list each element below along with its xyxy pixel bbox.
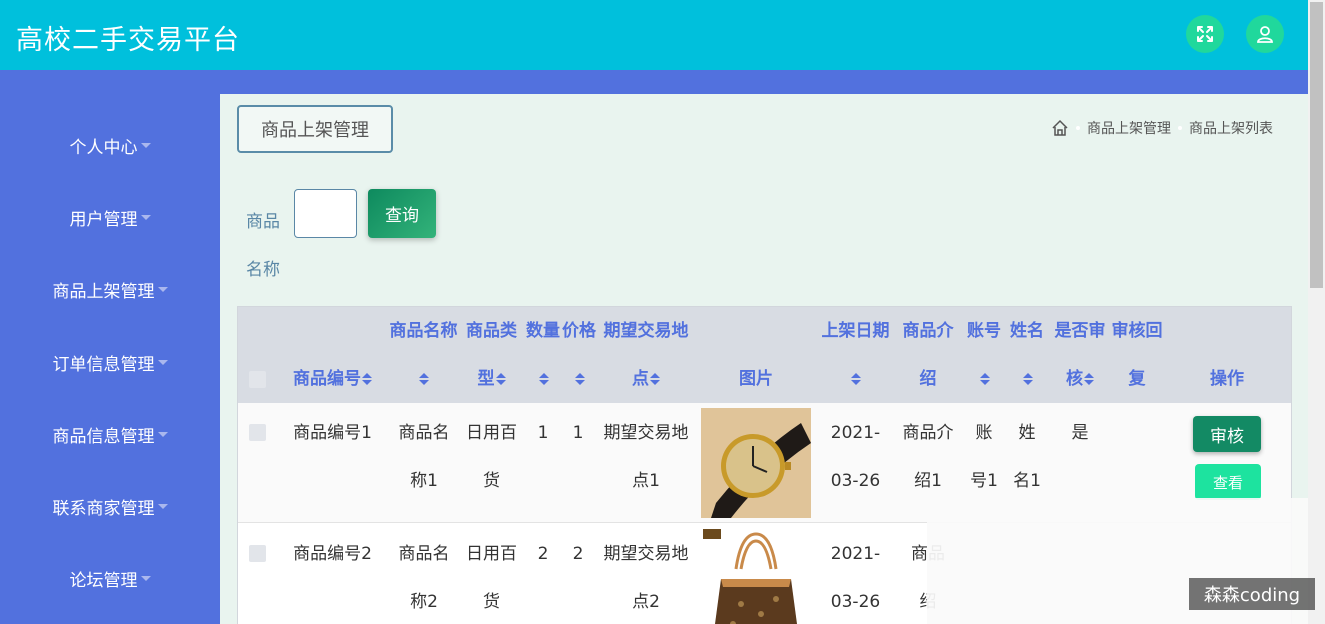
sort-icon-account[interactable] bbox=[964, 355, 1004, 403]
sort-icon-qty[interactable] bbox=[523, 355, 563, 403]
sort-icon bbox=[574, 373, 585, 385]
sidebar-item-order-management[interactable]: 订单信息管理 bbox=[0, 342, 220, 382]
col-header-name[interactable]: 商品名称 bbox=[386, 307, 461, 355]
sidebar-item-personal-center[interactable]: 个人中心 bbox=[0, 125, 220, 165]
cell-date: 2021- 03-26 bbox=[830, 544, 881, 612]
sort-icon-price[interactable] bbox=[559, 355, 599, 403]
sort-icon-name[interactable] bbox=[386, 355, 461, 403]
col-header-audit-line2[interactable]: 核 bbox=[1050, 355, 1110, 403]
fullscreen-button[interactable] bbox=[1186, 15, 1224, 53]
view-button[interactable]: 查看 bbox=[1195, 464, 1261, 500]
cell-realname: 姓名1 bbox=[1013, 423, 1041, 491]
cell-type: 日用百货 bbox=[466, 544, 517, 612]
sort-icon bbox=[1022, 373, 1033, 385]
watermark: 森森coding bbox=[1189, 578, 1315, 610]
sort-icon bbox=[495, 373, 506, 385]
cell-qty: 1 bbox=[537, 423, 549, 443]
sidebar-item-user-management[interactable]: 用户管理 bbox=[0, 197, 220, 237]
caret-down-icon bbox=[140, 142, 151, 148]
query-button[interactable]: 查询 bbox=[368, 189, 436, 238]
search-label: 商品 名称 bbox=[246, 212, 280, 280]
col-header-image: 图片 bbox=[739, 369, 773, 389]
page-scrollbar[interactable] bbox=[1308, 0, 1325, 624]
scrollbar-thumb[interactable] bbox=[1310, 2, 1323, 288]
breadcrumb-item[interactable]: 商品上架管理 bbox=[1087, 118, 1171, 138]
cell-name: 商品名 称2 bbox=[398, 544, 450, 612]
col-header-reply: 审核回 bbox=[1111, 321, 1163, 341]
sort-icon bbox=[419, 373, 429, 385]
cell-code: 商品编号1 bbox=[293, 423, 372, 443]
cell-price: 1 bbox=[572, 423, 584, 443]
product-image-handbag[interactable] bbox=[701, 529, 811, 624]
sort-icon bbox=[851, 373, 861, 385]
sort-icon bbox=[538, 373, 549, 385]
select-all-checkbox[interactable] bbox=[249, 371, 266, 388]
caret-down-icon bbox=[157, 503, 168, 509]
caret-down-icon bbox=[140, 575, 151, 581]
cell-price: 2 bbox=[572, 544, 584, 564]
col-header-intro: 商品介 bbox=[902, 321, 954, 341]
review-button[interactable]: 审核 bbox=[1193, 416, 1261, 452]
cell-place: 期望交易地 点2 bbox=[603, 544, 689, 612]
cell-name: 商品名 称1 bbox=[398, 423, 450, 491]
col-header-realname[interactable]: 姓名 bbox=[1007, 307, 1047, 355]
caret-down-icon bbox=[140, 214, 151, 220]
cell-type: 日用百货 bbox=[466, 423, 517, 491]
col-header-account[interactable]: 账号 bbox=[964, 307, 1004, 355]
page-title: 商品上架管理 bbox=[237, 105, 393, 153]
cell-place: 期望交易地 点1 bbox=[603, 423, 689, 491]
user-menu-button[interactable] bbox=[1246, 15, 1284, 53]
sidebar-item-contact-management[interactable]: 联系商家管理 bbox=[0, 486, 220, 526]
table-header: 商品编号 商品名称 商品类 型 数量 价格 期望交易地 点 图片 上架日期 商品… bbox=[238, 307, 1291, 403]
product-name-search-input[interactable] bbox=[294, 189, 357, 238]
top-bar: 高校二手交易平台 bbox=[0, 0, 1308, 70]
col-header-date[interactable]: 上架日期 bbox=[818, 307, 893, 355]
col-header-price[interactable]: 价格 bbox=[559, 307, 599, 355]
sort-icon bbox=[362, 373, 372, 385]
cell-account: 账号1 bbox=[970, 423, 998, 491]
cell-qty: 2 bbox=[537, 544, 549, 564]
col-header-reply-line2: 复 bbox=[1128, 369, 1146, 389]
product-image-watch[interactable] bbox=[701, 408, 811, 518]
home-icon[interactable] bbox=[1051, 119, 1069, 137]
caret-down-icon bbox=[157, 359, 168, 365]
col-header-type-line2[interactable]: 型 bbox=[463, 355, 520, 403]
col-header-code[interactable]: 商品编号 bbox=[290, 355, 375, 403]
sidebar-item-product-management[interactable]: 商品信息管理 bbox=[0, 414, 220, 454]
breadcrumb: 商品上架管理 商品上架列表 bbox=[1051, 118, 1273, 138]
breadcrumb-separator bbox=[1178, 126, 1182, 130]
col-header-place[interactable]: 期望交易地 bbox=[600, 307, 692, 355]
sidebar-item-listing-management[interactable]: 商品上架管理 bbox=[0, 269, 220, 309]
user-icon bbox=[1257, 26, 1273, 43]
col-header-type[interactable]: 商品类 bbox=[463, 307, 520, 355]
col-header-qty[interactable]: 数量 bbox=[523, 307, 563, 355]
sort-icon-realname[interactable] bbox=[1007, 355, 1047, 403]
app-title: 高校二手交易平台 bbox=[16, 25, 240, 56]
col-header-place-line2[interactable]: 点 bbox=[600, 355, 692, 403]
cell-date: 2021- 03-26 bbox=[830, 423, 881, 491]
col-header-audit[interactable]: 是否审 bbox=[1050, 307, 1110, 355]
breadcrumb-separator bbox=[1076, 126, 1080, 130]
row-checkbox[interactable] bbox=[249, 545, 266, 562]
caret-down-icon bbox=[157, 286, 168, 292]
cell-code: 商品编号2 bbox=[293, 544, 372, 564]
col-header-intro-line2: 绍 bbox=[919, 369, 937, 389]
sort-icon bbox=[1084, 373, 1094, 385]
cell-audit: 是 bbox=[1071, 423, 1089, 443]
sort-icon-date[interactable] bbox=[818, 355, 893, 403]
sidebar: 个人中心 用户管理 商品上架管理 订单信息管理 商品信息管理 联系商家管理 论坛… bbox=[0, 70, 220, 624]
col-header-actions: 操作 bbox=[1210, 369, 1244, 389]
sort-icon bbox=[979, 373, 990, 385]
breadcrumb-item-current: 商品上架列表 bbox=[1189, 121, 1273, 137]
sidebar-item-forum-management[interactable]: 论坛管理 bbox=[0, 558, 220, 598]
cell-intro: 商品介 绍1 bbox=[902, 423, 954, 491]
caret-down-icon bbox=[157, 431, 168, 437]
row-checkbox[interactable] bbox=[249, 424, 266, 441]
sort-icon bbox=[650, 373, 660, 385]
expand-icon bbox=[1197, 26, 1213, 42]
